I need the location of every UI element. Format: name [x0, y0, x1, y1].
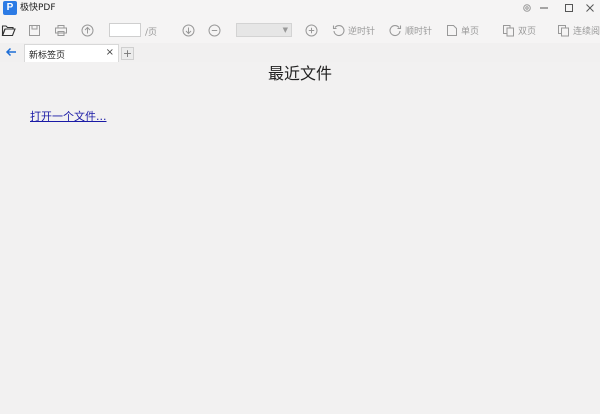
minimize-button[interactable]	[532, 0, 556, 16]
zoom-in-icon	[305, 24, 318, 36]
minimize-icon	[540, 7, 548, 9]
zoom-out-button[interactable]	[208, 21, 221, 39]
open-folder-button[interactable]	[1, 21, 16, 39]
rotate-cw-button[interactable]: 顺时针	[389, 21, 432, 39]
arrow-up-circle-icon	[81, 24, 94, 36]
tab-bar: 新标签页 × +	[0, 43, 600, 62]
double-page-icon	[503, 24, 514, 36]
print-icon	[55, 24, 67, 36]
zoom-out-icon	[208, 24, 221, 36]
page-total-label: /页	[145, 28, 158, 38]
title-bar: P 极快PDF	[0, 0, 600, 17]
main-content: 最近文件 打开一个文件...	[0, 62, 600, 414]
save-icon	[29, 24, 40, 36]
single-page-icon	[447, 24, 457, 36]
back-button[interactable]	[4, 46, 18, 58]
zoom-select[interactable]: ▼	[236, 23, 292, 37]
single-page-label: 单页	[461, 26, 480, 37]
tab-close-icon[interactable]: ×	[106, 47, 114, 59]
rotate-ccw-label: 逆时针	[348, 26, 376, 37]
tab-new-tab[interactable]: 新标签页 ×	[24, 44, 119, 62]
prev-page-button[interactable]	[81, 21, 94, 39]
rotate-ccw-button[interactable]: 逆时针	[332, 21, 375, 39]
tab-label: 新标签页	[29, 51, 66, 61]
pdf-logo-icon: P	[3, 1, 17, 15]
continuous-read-button[interactable]: 连续阅	[557, 21, 600, 39]
page-number-input[interactable]	[109, 23, 141, 37]
zoom-in-button[interactable]	[305, 21, 318, 39]
double-page-label: 双页	[518, 26, 537, 37]
continuous-read-label: 连续阅	[573, 26, 600, 37]
folder-open-icon	[1, 24, 16, 36]
single-page-button[interactable]: 单页	[446, 21, 479, 39]
add-tab-button[interactable]: +	[121, 47, 134, 60]
maximize-icon	[565, 4, 573, 12]
next-page-button[interactable]	[182, 21, 195, 39]
print-button[interactable]	[54, 21, 68, 39]
close-icon	[586, 4, 594, 12]
save-button[interactable]	[28, 21, 41, 39]
chevron-down-icon: ▼	[282, 26, 288, 34]
rotate-ccw-icon	[332, 24, 345, 36]
arrow-down-circle-icon	[182, 24, 195, 36]
rotate-cw-icon	[389, 24, 402, 36]
double-page-button[interactable]: 双页	[502, 21, 536, 39]
toolbar: /页 ▼ 逆时针 顺时针 单页 双页 连续阅	[0, 17, 600, 43]
arrow-left-icon	[5, 47, 16, 57]
continuous-page-icon	[558, 24, 569, 36]
rotate-cw-label: 顺时针	[405, 26, 433, 37]
app-title: 极快PDF	[20, 3, 56, 13]
page-title: 最近文件	[267, 64, 332, 83]
close-button[interactable]	[578, 0, 600, 16]
open-file-link[interactable]: 打开一个文件...	[30, 108, 107, 124]
